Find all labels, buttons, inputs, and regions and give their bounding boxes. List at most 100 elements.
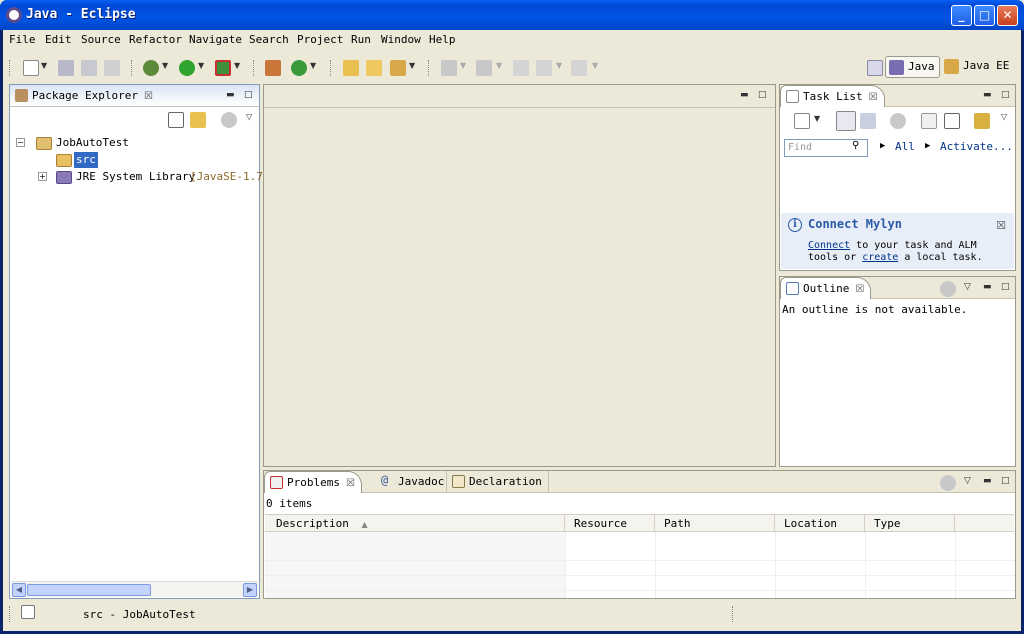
menu-run[interactable]: Run [351, 33, 371, 46]
save-all-icon[interactable] [81, 60, 97, 76]
new-class-icon[interactable] [291, 60, 307, 76]
expand-icon[interactable]: + [38, 172, 47, 181]
scheduled-icon[interactable] [860, 113, 876, 129]
menu-window[interactable]: Window [381, 33, 421, 46]
chevron-down-icon[interactable]: ▼ [460, 61, 466, 70]
menu-refactor[interactable]: Refactor [129, 33, 182, 46]
back-icon[interactable] [536, 60, 552, 76]
chevron-down-icon[interactable]: ▼ [41, 61, 47, 70]
menu-help[interactable]: Help [429, 33, 456, 46]
perspective-java-ee[interactable]: Java EE [941, 56, 1013, 78]
tab-problems[interactable]: Problems ☒ [264, 471, 362, 493]
chevron-down-icon[interactable]: ▼ [234, 61, 240, 70]
minimize-view-icon[interactable]: ▬ [983, 282, 992, 292]
column-type[interactable]: Type [865, 515, 955, 533]
collapse-icon[interactable]: − [16, 138, 25, 147]
activate-link[interactable]: Activate... [940, 140, 1013, 153]
chevron-down-icon[interactable]: ▼ [162, 61, 168, 70]
menu-navigate[interactable]: Navigate [189, 33, 242, 46]
minimize-view-icon[interactable]: ▬ [983, 476, 992, 486]
column-description[interactable]: Description ▲ [265, 515, 565, 533]
menu-edit[interactable]: Edit [45, 33, 72, 46]
menu-source[interactable]: Source [81, 33, 121, 46]
print-icon[interactable] [104, 60, 120, 76]
chevron-down-icon[interactable]: ▼ [409, 61, 415, 70]
view-menu-icon[interactable]: ▽ [964, 282, 971, 292]
maximize-button[interactable]: □ [974, 5, 995, 26]
open-type-icon[interactable] [343, 60, 359, 76]
close-icon[interactable]: ☒ [869, 92, 878, 103]
external-tools-icon[interactable] [215, 60, 231, 76]
chevron-down-icon[interactable]: ▼ [814, 114, 820, 123]
maximize-view-icon[interactable]: □ [1001, 476, 1010, 486]
view-menu-icon[interactable]: ▽ [964, 476, 971, 486]
column-resource[interactable]: Resource [565, 515, 655, 533]
debug-icon[interactable] [143, 60, 159, 76]
maximize-view-icon[interactable]: □ [1001, 282, 1010, 292]
menu-search[interactable]: Search [249, 33, 289, 46]
perspective-java[interactable]: Java [885, 56, 940, 78]
close-icon[interactable]: ☒ [346, 478, 355, 489]
categorized-icon[interactable] [836, 111, 856, 131]
menu-project[interactable]: Project [297, 33, 343, 46]
filter-all-link[interactable]: All [895, 140, 915, 153]
scrollbar-thumb[interactable] [27, 584, 151, 596]
tab-javadoc[interactable]: @ Javadoc [376, 471, 450, 493]
declaration-icon [452, 475, 465, 488]
close-icon[interactable]: ☒ [855, 284, 864, 295]
forward-icon[interactable] [571, 60, 587, 76]
tab-package-explorer[interactable]: Package Explorer ☒ [10, 85, 159, 107]
new-icon[interactable] [23, 60, 39, 76]
last-edit-icon[interactable] [513, 60, 529, 76]
create-link[interactable]: create [862, 252, 898, 263]
synchronize-icon[interactable] [974, 113, 990, 129]
minimize-view-icon[interactable]: ▬ [983, 90, 992, 100]
maximize-view-icon[interactable]: □ [1001, 90, 1010, 100]
open-perspective-icon[interactable] [867, 60, 883, 76]
chevron-down-icon[interactable]: ▼ [556, 61, 562, 70]
run-icon[interactable] [179, 60, 195, 76]
maximize-view-icon[interactable]: □ [758, 90, 767, 100]
save-icon[interactable] [58, 60, 74, 76]
close-icon[interactable]: ☒ [996, 219, 1006, 232]
tab-declaration[interactable]: Declaration [446, 471, 549, 493]
minimize-button[interactable]: _ [951, 5, 972, 26]
collapse-all-icon[interactable] [168, 112, 184, 128]
minimize-view-icon[interactable]: ▬ [740, 90, 749, 100]
column-path[interactable]: Path [655, 515, 775, 533]
focus-icon[interactable] [940, 281, 956, 297]
chevron-down-icon[interactable]: ▼ [198, 61, 204, 70]
focus-icon[interactable] [890, 113, 906, 129]
chevron-down-icon[interactable]: ▼ [310, 61, 316, 70]
menu-file[interactable]: File [9, 33, 36, 46]
tab-task-list[interactable]: Task List ☒ [780, 85, 885, 107]
open-task-icon[interactable] [366, 60, 382, 76]
view-menu-icon[interactable]: ▽ [246, 112, 252, 121]
chevron-down-icon[interactable]: ▼ [592, 61, 598, 70]
scroll-right-icon[interactable]: ▶ [243, 583, 257, 597]
maximize-view-icon[interactable]: □ [244, 90, 253, 100]
view-menu-icon[interactable]: ▽ [1001, 112, 1007, 121]
fast-view-icon[interactable] [21, 605, 35, 619]
next-annotation-icon[interactable] [441, 60, 457, 76]
focus-icon[interactable] [940, 475, 956, 491]
collapse-all-icon[interactable] [944, 113, 960, 129]
outline-header: Outline ☒ ▽ ▬ □ [780, 277, 1015, 299]
hide-completed-icon[interactable] [921, 113, 937, 129]
search-icon[interactable] [390, 60, 406, 76]
link-with-editor-icon[interactable] [190, 112, 206, 128]
close-icon[interactable]: ☒ [144, 91, 153, 102]
connect-link[interactable]: Connect [808, 240, 850, 251]
focus-icon[interactable] [221, 112, 237, 128]
column-location[interactable]: Location [775, 515, 865, 533]
new-java-project-icon[interactable] [265, 60, 281, 76]
horizontal-scrollbar[interactable]: ◀ ▶ [11, 581, 258, 597]
prev-annotation-icon[interactable] [476, 60, 492, 76]
tab-outline[interactable]: Outline ☒ [780, 277, 872, 299]
chevron-down-icon[interactable]: ▼ [496, 61, 502, 70]
title-bar[interactable]: Java - Eclipse _ □ ✕ [0, 0, 1024, 30]
scroll-left-icon[interactable]: ◀ [12, 583, 26, 597]
close-button[interactable]: ✕ [997, 5, 1018, 26]
minimize-view-icon[interactable]: ▬ [226, 90, 235, 100]
new-task-icon[interactable] [794, 113, 810, 129]
